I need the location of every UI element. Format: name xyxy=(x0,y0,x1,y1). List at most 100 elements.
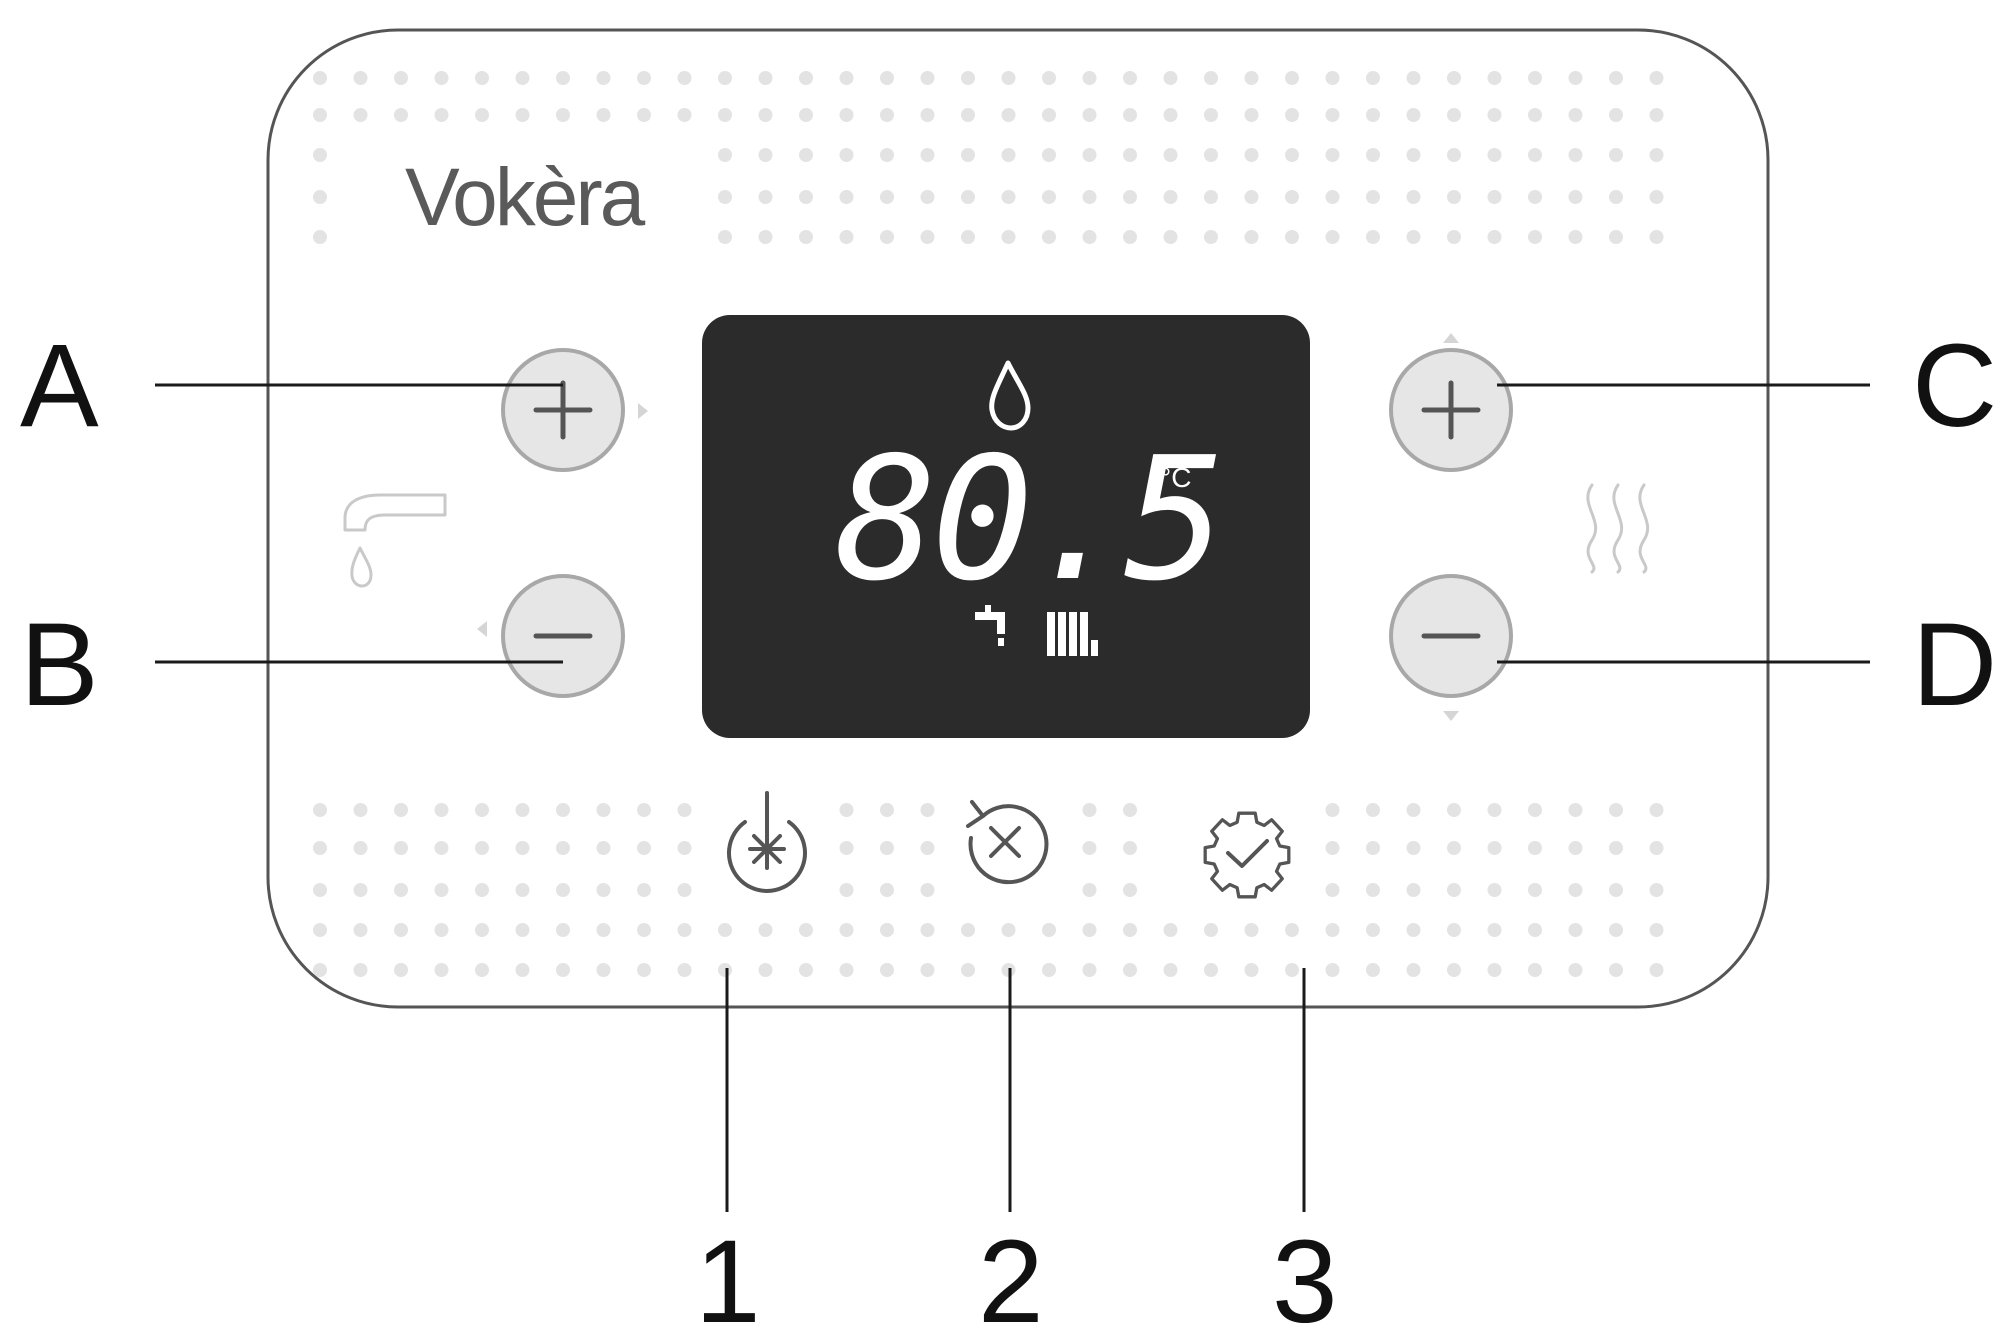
pattern-dot xyxy=(1568,108,1583,122)
pattern-dot xyxy=(1568,230,1583,244)
pattern-dot xyxy=(1082,923,1097,937)
pattern-dot xyxy=(1285,190,1299,204)
pattern-dot xyxy=(839,108,854,122)
pattern-dot xyxy=(596,71,611,85)
pattern-dot xyxy=(1163,190,1178,204)
pattern-dot xyxy=(515,71,530,85)
pattern-dot xyxy=(839,883,854,897)
pattern-dot xyxy=(799,230,813,244)
pattern-dot xyxy=(1001,190,1016,204)
pattern-dot xyxy=(1163,963,1178,977)
pattern-dot xyxy=(1406,148,1421,162)
temperature-readout: 80.5 xyxy=(835,421,1220,619)
pattern-dot xyxy=(677,71,692,85)
pattern-dot xyxy=(637,108,651,122)
pattern-dot xyxy=(1609,190,1623,204)
pattern-dot xyxy=(475,883,489,897)
pattern-dot xyxy=(880,963,894,977)
pattern-dot xyxy=(677,963,692,977)
pattern-dot xyxy=(839,71,854,85)
pattern-dot xyxy=(799,71,813,85)
pattern-dot xyxy=(1244,108,1259,122)
heating-plus-button[interactable] xyxy=(1389,348,1513,472)
pattern-dot xyxy=(1649,71,1664,85)
power-frost-button[interactable] xyxy=(718,791,816,893)
pattern-dot xyxy=(1325,883,1340,897)
pattern-dot xyxy=(920,230,935,244)
pattern-dot xyxy=(1609,923,1623,937)
pattern-dot xyxy=(1406,230,1421,244)
pattern-dot xyxy=(718,108,732,122)
pattern-dot xyxy=(839,923,854,937)
pattern-dot xyxy=(1447,841,1461,855)
pattern-dot xyxy=(961,108,975,122)
pattern-dot xyxy=(1568,190,1583,204)
pattern-dot xyxy=(1325,963,1340,977)
pattern-dot xyxy=(758,148,773,162)
pattern-dot xyxy=(1649,841,1664,855)
pattern-dot xyxy=(313,230,327,244)
pattern-dot xyxy=(1325,190,1340,204)
pattern-dot xyxy=(1649,230,1664,244)
pattern-dot xyxy=(1204,108,1218,122)
pattern-dot xyxy=(1163,71,1178,85)
pattern-dot xyxy=(475,923,489,937)
pattern-dot xyxy=(1325,148,1340,162)
pattern-dot xyxy=(1325,71,1340,85)
pattern-dot xyxy=(1001,148,1016,162)
pattern-dot xyxy=(677,841,692,855)
dhw-minus-button[interactable] xyxy=(501,574,625,698)
pattern-dot xyxy=(313,108,327,122)
pattern-dot xyxy=(1042,190,1056,204)
pattern-dot xyxy=(1487,190,1502,204)
pattern-dot xyxy=(1447,190,1461,204)
pattern-dot xyxy=(758,230,773,244)
pattern-dot xyxy=(920,883,935,897)
pattern-dot xyxy=(1366,230,1380,244)
pattern-dot xyxy=(1123,108,1137,122)
pattern-dot xyxy=(839,803,854,817)
callout-1: 1 xyxy=(695,1216,761,1332)
pattern-dot xyxy=(1366,108,1380,122)
pattern-dot xyxy=(1568,803,1583,817)
pattern-dot xyxy=(677,883,692,897)
pattern-dot xyxy=(1528,108,1542,122)
settings-confirm-button[interactable] xyxy=(1198,793,1296,899)
pattern-dot xyxy=(839,230,854,244)
pattern-dot xyxy=(1366,148,1380,162)
pattern-dot xyxy=(1487,803,1502,817)
pattern-dot xyxy=(1447,803,1461,817)
pattern-dot xyxy=(596,803,611,817)
pattern-dot xyxy=(1285,71,1299,85)
pattern-dot xyxy=(1042,108,1056,122)
reset-button[interactable] xyxy=(956,793,1054,891)
callout-b: B xyxy=(20,599,99,731)
pattern-dot xyxy=(637,883,651,897)
pattern-dot xyxy=(1082,841,1097,855)
heating-minus-button[interactable] xyxy=(1389,574,1513,698)
pattern-dot xyxy=(758,190,773,204)
pattern-dot xyxy=(1244,963,1259,977)
pattern-dot xyxy=(515,923,530,937)
pattern-dot xyxy=(1447,963,1461,977)
callout-2: 2 xyxy=(978,1216,1044,1332)
pattern-dot xyxy=(718,230,732,244)
pattern-dot xyxy=(353,108,368,122)
dhw-plus-button[interactable] xyxy=(501,348,625,472)
pattern-dot xyxy=(1123,841,1137,855)
pattern-dot xyxy=(1082,71,1097,85)
pattern-dot xyxy=(1325,841,1340,855)
pattern-dot xyxy=(1649,883,1664,897)
pattern-dot xyxy=(1487,841,1502,855)
pattern-dot xyxy=(596,923,611,937)
pattern-dot xyxy=(1406,108,1421,122)
pattern-dot xyxy=(475,803,489,817)
pattern-dot xyxy=(1204,963,1218,977)
pattern-dot xyxy=(718,923,732,937)
callout-c: C xyxy=(1912,320,1995,452)
pattern-dot xyxy=(1609,841,1623,855)
pattern-dot xyxy=(1366,190,1380,204)
pattern-dot xyxy=(1042,148,1056,162)
pattern-dot xyxy=(1163,148,1178,162)
pattern-dot xyxy=(1528,963,1542,977)
